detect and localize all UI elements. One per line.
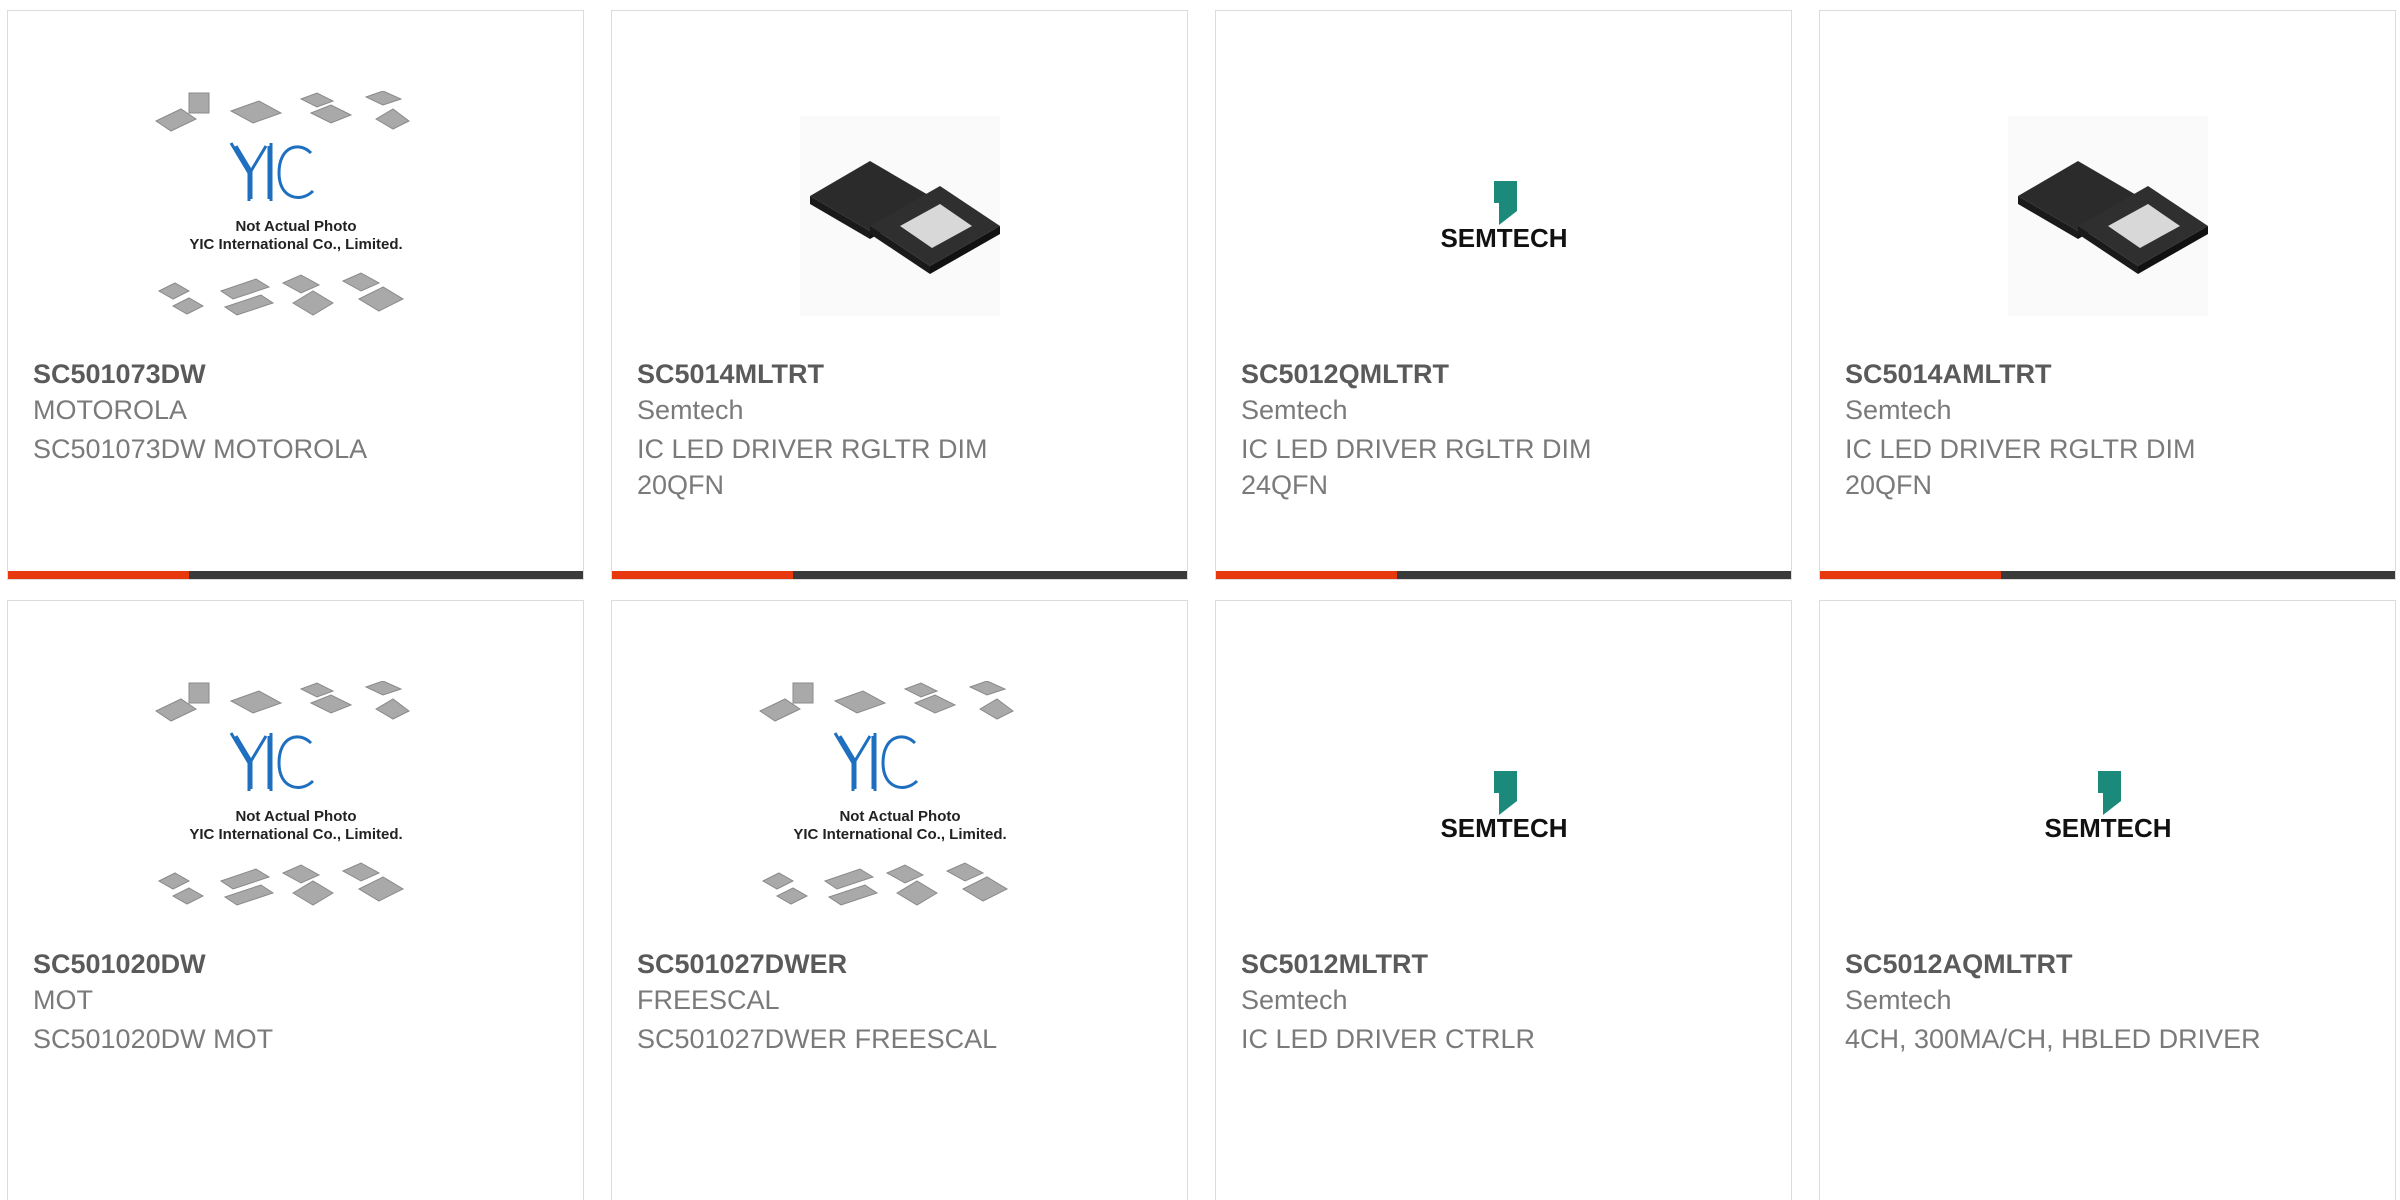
description: IC LED DRIVER CTRLR <box>1241 1024 1536 1054</box>
card-bar <box>612 571 1187 579</box>
semtech-logo-text: SEMTECH <box>1440 223 1567 251</box>
card-bar-accent <box>1820 571 2001 579</box>
card-bar <box>1216 571 1791 579</box>
part-number[interactable]: SC501020DW <box>33 949 206 980</box>
manufacturer: Semtech <box>1845 395 1952 425</box>
placeholder-line-1: Not Actual Photo <box>839 808 960 825</box>
card-bar-accent <box>1216 571 1397 579</box>
product-image[interactable]: SEMTECH <box>1820 671 2395 941</box>
manufacturer: Semtech <box>1241 395 1348 425</box>
product-image[interactable]: SEMTECH <box>1216 671 1791 941</box>
yic-logo <box>229 732 314 791</box>
manufacturer: Semtech <box>637 395 744 425</box>
card-bar-accent <box>612 571 793 579</box>
product-image[interactable] <box>612 81 1187 351</box>
description: SC501027DWER FREESCAL <box>637 1024 998 1054</box>
description: 4CH, 300MA/CH, HBLED DRIVER <box>1845 1024 2261 1054</box>
product-card[interactable]: SC5014MLTRT Semtech IC LED DRIVER RGLTR … <box>611 10 1188 580</box>
placeholder-line-2: YIC International Co., Limited. <box>189 826 402 843</box>
product-grid: Not Actual Photo YIC International Co., … <box>0 0 2400 1200</box>
placeholder-line-1: Not Actual Photo <box>235 218 356 235</box>
part-number[interactable]: SC501027DWER <box>637 949 847 980</box>
product-image[interactable] <box>1820 81 2395 351</box>
part-number[interactable]: SC5012MLTRT <box>1241 949 1428 980</box>
placeholder-line-1: Not Actual Photo <box>235 808 356 825</box>
description: SC501073DW MOTOROLA <box>33 434 368 464</box>
card-bar-accent <box>8 571 189 579</box>
placeholder-line-2: YIC International Co., Limited. <box>793 826 1006 843</box>
product-card[interactable]: Not Actual Photo YIC International Co., … <box>611 600 1188 1200</box>
description: IC LED DRIVER RGLTR DIM 20QFN <box>637 434 988 500</box>
product-card[interactable]: SEMTECH SC5012QMLTRT Semtech IC LED DRIV… <box>1215 10 1792 580</box>
part-number[interactable]: SC5012QMLTRT <box>1241 359 1449 390</box>
semtech-logo-text: SEMTECH <box>2044 813 2171 841</box>
product-image-placeholder[interactable]: Not Actual Photo YIC International Co., … <box>612 671 1187 941</box>
product-card[interactable]: SEMTECH SC5012MLTRT Semtech IC LED DRIVE… <box>1215 600 1792 1200</box>
semtech-logo: SEMTECH <box>1440 771 1567 841</box>
description: IC LED DRIVER RGLTR DIM 20QFN <box>1845 434 2196 500</box>
yic-logo <box>229 142 314 201</box>
card-bar <box>8 571 583 579</box>
placeholder-line-2: YIC International Co., Limited. <box>189 236 402 253</box>
yic-logo <box>833 732 918 791</box>
product-image[interactable]: SEMTECH <box>1216 81 1791 351</box>
part-number[interactable]: SC5014MLTRT <box>637 359 824 390</box>
semtech-logo: SEMTECH <box>2044 771 2171 841</box>
manufacturer: Semtech <box>1845 985 1952 1015</box>
qfn-chip-icon <box>2007 116 2208 316</box>
product-image-placeholder[interactable]: Not Actual Photo YIC International Co., … <box>8 671 583 941</box>
manufacturer: Semtech <box>1241 985 1348 1015</box>
description: SC501020DW MOT <box>33 1024 274 1054</box>
manufacturer: MOT <box>33 985 93 1015</box>
product-card[interactable]: SC5014AMLTRT Semtech IC LED DRIVER RGLTR… <box>1819 10 2396 580</box>
manufacturer: FREESCAL <box>637 985 780 1015</box>
product-card[interactable]: SEMTECH SC5012AQMLTRT Semtech 4CH, 300MA… <box>1819 600 2396 1200</box>
description: IC LED DRIVER RGLTR DIM 24QFN <box>1241 434 1592 500</box>
manufacturer: MOTOROLA <box>33 395 188 425</box>
product-image-placeholder[interactable]: Not Actual Photo YIC International Co., … <box>8 81 583 351</box>
part-number[interactable]: SC501073DW <box>33 359 206 390</box>
semtech-logo: SEMTECH <box>1440 181 1567 251</box>
product-card[interactable]: Not Actual Photo YIC International Co., … <box>7 10 584 580</box>
part-number[interactable]: SC5012AQMLTRT <box>1845 949 2073 980</box>
card-bar <box>1820 571 2395 579</box>
part-number[interactable]: SC5014AMLTRT <box>1845 359 2052 390</box>
qfn-chip-icon <box>799 116 1000 316</box>
product-card[interactable]: Not Actual Photo YIC International Co., … <box>7 600 584 1200</box>
semtech-logo-text: SEMTECH <box>1440 813 1567 841</box>
